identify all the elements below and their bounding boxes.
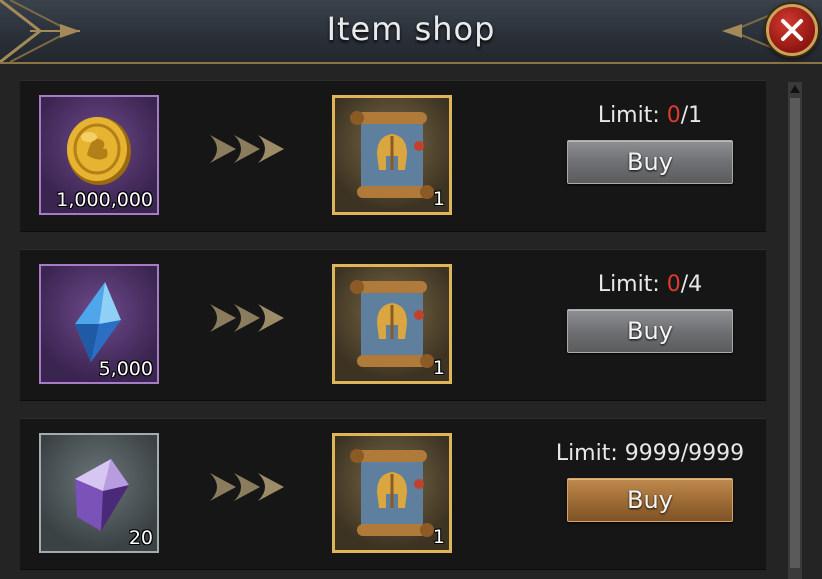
shop-row: 5,000 1 Limit: 0/4 Buy: [20, 249, 766, 401]
arrow-right-icon: [210, 473, 284, 501]
helmet-scroll-icon: [350, 449, 434, 537]
shop-row: 20 1 Limit: 9999/9999 Buy: [20, 418, 766, 570]
cost-slot[interactable]: 5,000: [39, 264, 159, 384]
buy-button[interactable]: Buy: [567, 309, 733, 353]
limit-total: /9999: [680, 441, 745, 466]
scroll-up-button[interactable]: [788, 82, 802, 96]
close-button[interactable]: [766, 4, 818, 56]
buy-button[interactable]: Buy: [567, 478, 733, 522]
close-x-icon: [781, 19, 803, 41]
limit-total: /1: [680, 103, 703, 128]
purchase-limit: Limit: 9999/9999: [520, 441, 780, 466]
limit-total: /4: [680, 272, 703, 297]
buy-button[interactable]: Buy: [567, 140, 733, 184]
cost-amount: 5,000: [98, 358, 153, 380]
scrollbar[interactable]: [788, 82, 802, 579]
cost-slot[interactable]: 20: [39, 433, 159, 553]
purchase-limit: Limit: 0/1: [520, 103, 780, 128]
reward-amount: 1: [432, 357, 445, 379]
cost-slot[interactable]: 1,000,000: [39, 95, 159, 215]
reward-amount: 1: [432, 526, 445, 548]
page-title: Item shop: [326, 10, 496, 48]
reward-slot[interactable]: 1: [332, 264, 452, 384]
caret-up-icon: [790, 85, 800, 93]
window-header: Item shop: [0, 0, 822, 64]
limit-used: 0: [666, 272, 681, 297]
shop-list: 1,000,000 1 Limit: 0/1 Buy 5,000 1 Limit…: [0, 64, 822, 579]
purchase-limit: Limit: 0/4: [520, 272, 780, 297]
limit-label: Limit:: [597, 272, 667, 297]
arrow-right-icon: [210, 135, 284, 163]
limit-label: Limit:: [597, 103, 667, 128]
shop-row: 1,000,000 1 Limit: 0/1 Buy: [20, 80, 766, 232]
reward-slot[interactable]: 1: [332, 95, 452, 215]
arrow-right-icon: [210, 304, 284, 332]
limit-label: Limit:: [555, 441, 625, 466]
reward-amount: 1: [432, 188, 445, 210]
scroll-thumb[interactable]: [790, 98, 800, 568]
cost-amount: 1,000,000: [56, 189, 153, 211]
reward-slot[interactable]: 1: [332, 433, 452, 553]
limit-used: 9999: [624, 441, 681, 466]
helmet-scroll-icon: [350, 111, 434, 199]
cost-amount: 20: [128, 527, 153, 549]
helmet-scroll-icon: [350, 280, 434, 368]
limit-used: 0: [666, 103, 681, 128]
